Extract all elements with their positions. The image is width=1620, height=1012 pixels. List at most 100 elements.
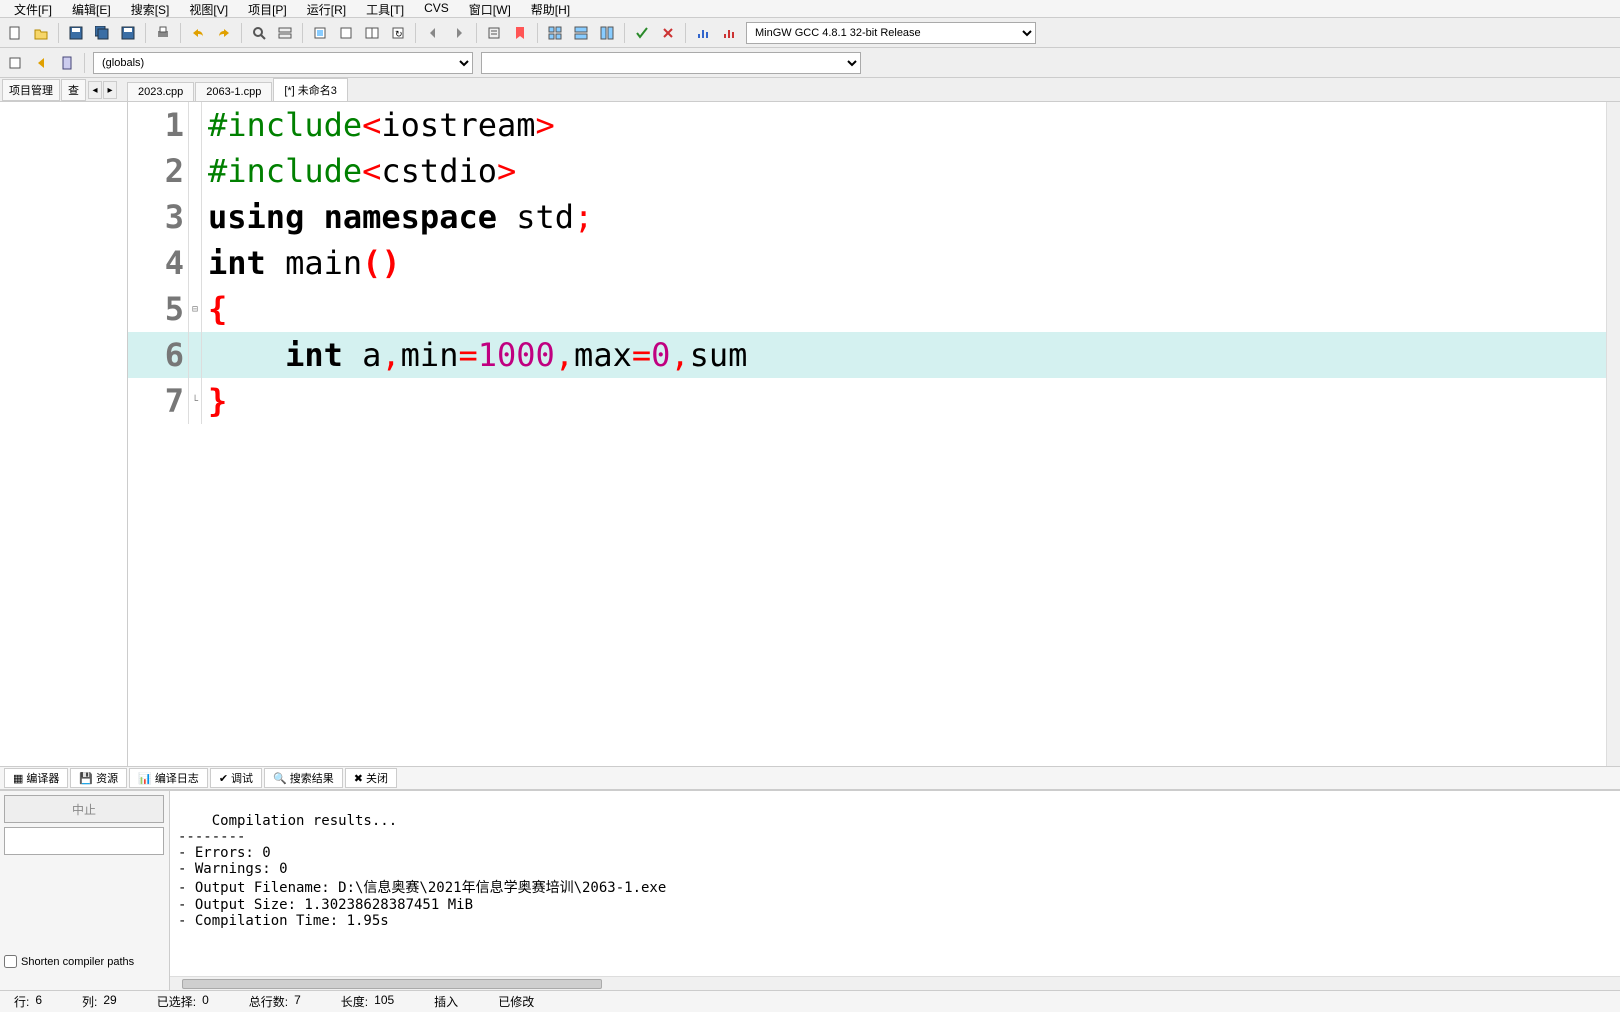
file-tab-0[interactable]: 2023.cpp bbox=[127, 82, 194, 101]
profile-icon[interactable] bbox=[692, 22, 714, 44]
class-icon[interactable] bbox=[56, 52, 78, 74]
compile-input-field[interactable] bbox=[4, 827, 164, 855]
shorten-paths-checkbox[interactable]: Shorten compiler paths bbox=[4, 955, 165, 968]
grid-icon: ▦ bbox=[13, 772, 23, 785]
status-col: 列:29 bbox=[72, 993, 127, 1010]
code-line-5[interactable]: 5⊟{ bbox=[128, 286, 1620, 332]
forward-icon[interactable] bbox=[448, 22, 470, 44]
bottom-tab-search[interactable]: 🔍搜索结果 bbox=[264, 768, 343, 788]
code-editor[interactable]: 1#include<iostream> 2 #include<cstdio> 3 usi… bbox=[128, 102, 1620, 766]
compiler-select[interactable]: MinGW GCC 4.8.1 32-bit Release bbox=[746, 22, 1036, 44]
fold-marker[interactable]: └ bbox=[188, 378, 202, 424]
save-icon[interactable] bbox=[65, 22, 87, 44]
status-length: 长度:105 bbox=[331, 993, 404, 1010]
compile-icon[interactable] bbox=[309, 22, 331, 44]
delete-profile-icon[interactable] bbox=[718, 22, 740, 44]
layout3-icon[interactable] bbox=[596, 22, 618, 44]
code-text[interactable]: } bbox=[202, 378, 227, 424]
compile-hscrollbar[interactable] bbox=[170, 976, 1620, 990]
compile-run-icon[interactable] bbox=[361, 22, 383, 44]
menu-search[interactable]: 搜索[S] bbox=[121, 1, 180, 16]
bookmark-icon[interactable] bbox=[509, 22, 531, 44]
code-line-2[interactable]: 2 #include<cstdio> bbox=[128, 148, 1620, 194]
status-mode: 插入 bbox=[424, 993, 468, 1010]
bottom-tab-debug[interactable]: ✔调试 bbox=[210, 768, 262, 788]
new-project-icon[interactable] bbox=[4, 52, 26, 74]
fold-marker bbox=[188, 148, 202, 194]
side-tab-right-arrow[interactable]: ▸ bbox=[103, 81, 117, 99]
fold-marker bbox=[188, 102, 202, 148]
redo-icon[interactable] bbox=[213, 22, 235, 44]
bottom-tab-compiler[interactable]: ▦编译器 bbox=[4, 768, 68, 788]
line-number: 6 bbox=[128, 336, 188, 374]
insert-icon[interactable] bbox=[30, 52, 52, 74]
code-line-3[interactable]: 3 using namespace std; bbox=[128, 194, 1620, 240]
menu-help[interactable]: 帮助[H] bbox=[521, 1, 580, 16]
code-line-6[interactable]: 6 int a,min=1000,max=0,sum bbox=[128, 332, 1620, 378]
code-text[interactable]: #include<cstdio> bbox=[202, 148, 516, 194]
fold-marker[interactable]: ⊟ bbox=[188, 286, 202, 332]
menu-run[interactable]: 运行[R] bbox=[297, 1, 356, 16]
editor-vscrollbar[interactable] bbox=[1606, 102, 1620, 766]
code-text[interactable]: { bbox=[202, 286, 227, 332]
layout1-icon[interactable] bbox=[544, 22, 566, 44]
menu-project[interactable]: 项目[P] bbox=[238, 1, 297, 16]
bottom-tab-resources[interactable]: 💾资源 bbox=[70, 768, 127, 788]
shorten-paths-input[interactable] bbox=[4, 955, 17, 968]
save-as-icon[interactable] bbox=[117, 22, 139, 44]
menu-file[interactable]: 文件[F] bbox=[4, 1, 62, 16]
menu-cvs[interactable]: CVS bbox=[414, 1, 459, 16]
find-icon[interactable] bbox=[248, 22, 270, 44]
compile-output-text: Compilation results... -------- - Errors… bbox=[178, 813, 666, 929]
main-area: 1#include<iostream> 2 #include<cstdio> 3 usi… bbox=[0, 102, 1620, 766]
project-sidebar[interactable] bbox=[0, 102, 128, 766]
shorten-paths-label: Shorten compiler paths bbox=[21, 956, 134, 968]
line-number: 7 bbox=[128, 382, 188, 420]
line-number: 3 bbox=[128, 198, 188, 236]
code-line-1[interactable]: 1#include<iostream> bbox=[128, 102, 1620, 148]
search-icon: 🔍 bbox=[273, 772, 287, 785]
code-text[interactable]: int a,min=1000,max=0,sum bbox=[202, 332, 747, 378]
run-icon[interactable] bbox=[335, 22, 357, 44]
status-modified: 已修改 bbox=[488, 993, 544, 1010]
replace-icon[interactable] bbox=[274, 22, 296, 44]
undo-icon[interactable] bbox=[187, 22, 209, 44]
print-icon[interactable] bbox=[152, 22, 174, 44]
check-icon[interactable] bbox=[631, 22, 653, 44]
line-number: 2 bbox=[128, 152, 188, 190]
stop-icon[interactable] bbox=[657, 22, 679, 44]
scope-select[interactable]: (globals) bbox=[93, 52, 473, 74]
code-text[interactable]: int main() bbox=[202, 240, 401, 286]
menu-window[interactable]: 窗口[W] bbox=[459, 1, 521, 16]
new-file-icon[interactable] bbox=[4, 22, 26, 44]
status-selected: 已选择:0 bbox=[147, 993, 219, 1010]
menu-view[interactable]: 视图[V] bbox=[179, 1, 238, 16]
code-line-7[interactable]: 7└} bbox=[128, 378, 1620, 424]
save-all-icon[interactable] bbox=[91, 22, 113, 44]
file-tab-1[interactable]: 2063-1.cpp bbox=[195, 82, 272, 101]
bottom-tab-compilelog[interactable]: 📊编译日志 bbox=[129, 768, 208, 788]
svg-text:↻: ↻ bbox=[395, 29, 403, 39]
file-tab-2[interactable]: [*] 未命名3 bbox=[273, 78, 348, 101]
code-text[interactable]: #include<iostream> bbox=[202, 102, 555, 148]
member-select[interactable] bbox=[481, 52, 861, 74]
menu-edit[interactable]: 编辑[E] bbox=[62, 1, 121, 16]
code-text[interactable]: using namespace std; bbox=[202, 194, 593, 240]
bottom-tab-close[interactable]: ✖关闭 bbox=[345, 768, 397, 788]
toolbar-secondary: (globals) bbox=[0, 48, 1620, 78]
stop-compile-button[interactable]: 中止 bbox=[4, 795, 164, 823]
open-file-icon[interactable] bbox=[30, 22, 52, 44]
compile-panel: 中止 Shorten compiler paths Compilation re… bbox=[0, 790, 1620, 990]
menu-tools[interactable]: 工具[T] bbox=[356, 1, 414, 16]
goto-line-icon[interactable] bbox=[483, 22, 505, 44]
code-line-4[interactable]: 4int main() bbox=[128, 240, 1620, 286]
status-bar: 行:6 列:29 已选择:0 总行数:7 长度:105 插入 已修改 bbox=[0, 990, 1620, 1012]
disk-icon: 💾 bbox=[79, 772, 93, 785]
back-icon[interactable] bbox=[422, 22, 444, 44]
rebuild-icon[interactable]: ↻ bbox=[387, 22, 409, 44]
compile-output[interactable]: Compilation results... -------- - Errors… bbox=[170, 791, 1620, 990]
layout2-icon[interactable] bbox=[570, 22, 592, 44]
side-tab-left-arrow[interactable]: ◂ bbox=[88, 81, 102, 99]
side-tab-view[interactable]: 查 bbox=[61, 79, 86, 101]
side-tab-project[interactable]: 项目管理 bbox=[2, 79, 60, 101]
